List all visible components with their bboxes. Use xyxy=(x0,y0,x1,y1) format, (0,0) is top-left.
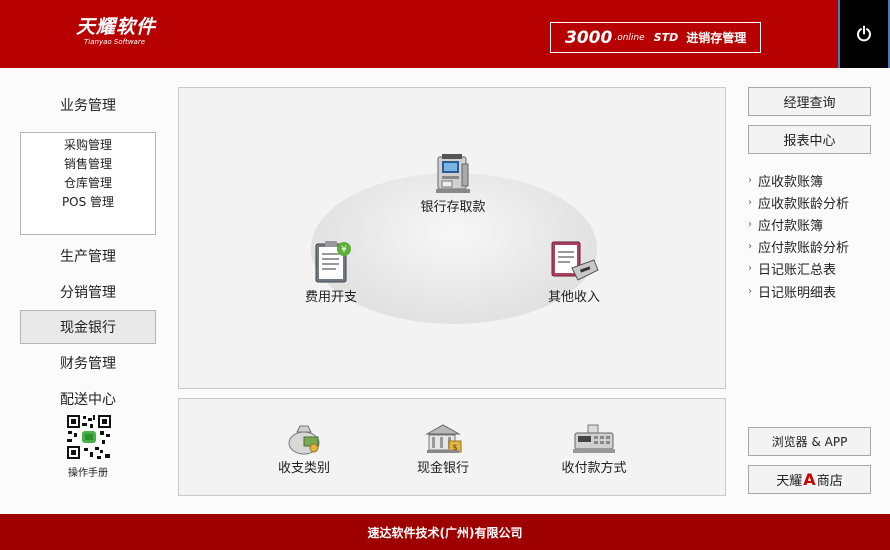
nav-item-cash-bank[interactable]: 现金银行 xyxy=(20,310,156,344)
chevron-right-icon: › xyxy=(748,263,752,275)
product-name: 进销存管理 xyxy=(686,31,747,45)
money-bag-icon xyxy=(288,425,320,455)
link-label: 日记账明细表 xyxy=(758,285,837,301)
feature-income-expense-types-label: 收支类别 xyxy=(277,461,330,476)
submenu-item-warehouse[interactable]: 仓库管理 xyxy=(21,174,155,193)
footer-bar: 速达软件技术(广州)有限公司 xyxy=(0,514,890,550)
store-label-post: 商店 xyxy=(816,474,843,489)
nav-item-finance[interactable]: 财务管理 xyxy=(20,346,156,380)
link-label: 日记账汇总表 xyxy=(758,263,837,279)
feature-bank-deposit-label: 银行存取款 xyxy=(420,200,486,215)
link-label: 应付款账簿 xyxy=(758,218,824,234)
store-label-pre: 天耀 xyxy=(776,474,803,489)
feature-payment-methods[interactable]: 收付款方式 xyxy=(539,423,649,476)
atm-icon xyxy=(436,154,470,193)
store-logo-mark: A xyxy=(803,470,816,489)
cash-bank-flow-panel: 银行存取款 ¥ 费用开支 其他收入 xyxy=(178,87,726,389)
link-payables-aging[interactable]: › 应付款账龄分析 xyxy=(748,236,878,258)
manager-query-button[interactable]: 经理查询 xyxy=(748,87,871,116)
report-link-list: › 应收款账簿 › 应收款账龄分析 › 应付款账簿 › 应付款账龄分析 › 日记账汇总表 … xyxy=(748,169,878,302)
submenu-item-pos[interactable]: POS 管理 xyxy=(21,193,155,212)
link-receivables-ledger[interactable]: › 应收款账簿 xyxy=(748,169,878,191)
product-edition: STD xyxy=(653,31,679,44)
nav-item-delivery[interactable]: 配送中心 xyxy=(20,382,156,416)
chevron-right-icon: › xyxy=(748,174,752,186)
link-label: 应收款账簿 xyxy=(758,174,824,190)
manual-label[interactable]: 操作手册 xyxy=(40,464,136,479)
tianyao-store-button[interactable]: 天耀 A 商店 xyxy=(748,465,871,494)
header-bar: 天耀软件 Tianyao Software 3000 .online STD 进… xyxy=(0,0,890,68)
nav-item-business[interactable]: 业务管理 xyxy=(20,88,156,122)
qr-code-icon[interactable] xyxy=(66,414,112,460)
report-center-button[interactable]: 报表中心 xyxy=(748,125,871,154)
feature-payment-methods-label: 收付款方式 xyxy=(561,461,627,476)
power-button[interactable] xyxy=(838,0,890,68)
nav-item-distribution[interactable]: 分销管理 xyxy=(20,275,156,309)
chevron-right-icon: › xyxy=(748,218,752,230)
link-label: 应收款账龄分析 xyxy=(758,196,850,212)
browser-app-button[interactable]: 浏览器 & APP xyxy=(748,427,871,456)
link-journal-detail[interactable]: › 日记账明细表 xyxy=(748,280,878,302)
expense-clipboard-icon: ¥ xyxy=(315,241,351,283)
chevron-right-icon: › xyxy=(748,241,752,253)
logo-text: 天耀软件 xyxy=(76,16,157,38)
product-number: 3000 xyxy=(565,27,613,48)
feature-expenses-label: 费用开支 xyxy=(304,290,357,305)
business-submenu: 采购管理 销售管理 仓库管理 POS 管理 xyxy=(20,132,156,235)
feature-bank-deposit-withdraw[interactable]: 银行存取款 xyxy=(398,152,508,215)
product-title-box: 3000 .online STD 进销存管理 xyxy=(550,22,761,53)
power-icon xyxy=(857,25,871,42)
link-journal-summary[interactable]: › 日记账汇总表 xyxy=(748,258,878,280)
income-terminal-icon xyxy=(551,241,599,281)
submenu-item-purchase[interactable]: 采购管理 xyxy=(21,136,155,155)
feature-cash-bank-accounts-label: 现金银行 xyxy=(416,461,469,476)
chevron-right-icon: › xyxy=(748,285,752,297)
company-name: 速达软件技术(广州)有限公司 xyxy=(367,525,523,540)
link-label: 应付款账龄分析 xyxy=(758,241,850,257)
bank-icon: $ xyxy=(425,424,462,453)
feature-other-income-label: 其他收入 xyxy=(547,290,600,305)
cash-register-icon xyxy=(573,424,615,453)
chevron-right-icon: › xyxy=(748,196,752,208)
svg-text:¥: ¥ xyxy=(341,245,347,255)
feature-cash-bank-accounts[interactable]: $ 现金银行 xyxy=(388,423,498,476)
submenu-item-sales[interactable]: 销售管理 xyxy=(21,155,155,174)
logo-subtext: Tianyao Software xyxy=(84,38,146,46)
feature-other-income[interactable]: 其他收入 xyxy=(519,240,629,305)
link-payables-ledger[interactable]: › 应付款账簿 xyxy=(748,213,878,235)
feature-expenses[interactable]: ¥ 费用开支 xyxy=(276,240,386,305)
brand-logo: 天耀软件 Tianyao Software xyxy=(76,16,156,47)
link-receivables-aging[interactable]: › 应收款账龄分析 xyxy=(748,191,878,213)
nav-item-production[interactable]: 生产管理 xyxy=(20,239,156,273)
feature-income-expense-types[interactable]: 收支类别 xyxy=(249,423,359,476)
product-online: .online xyxy=(614,32,645,43)
cash-bank-settings-panel: 收支类别 $ 现金银行 收付款方式 xyxy=(178,398,726,496)
